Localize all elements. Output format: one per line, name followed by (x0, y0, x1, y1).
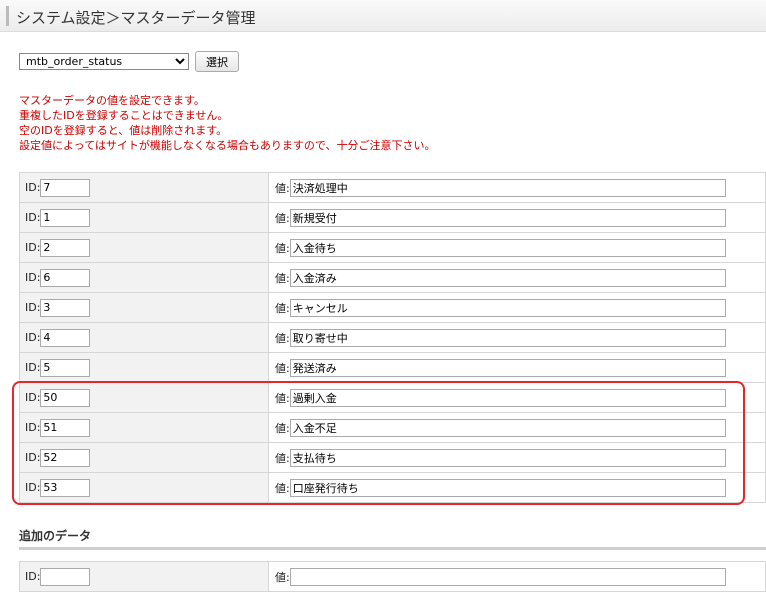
id-label: ID: (25, 301, 41, 314)
value-input[interactable] (289, 328, 726, 347)
notice-line: 重複したIDを登録することはできません。 (19, 109, 229, 122)
add-id-cell: ID: (19, 561, 269, 592)
master-data-select[interactable]: mtb_order_status (19, 53, 189, 70)
value-label: 値: (275, 331, 290, 345)
id-input[interactable] (40, 298, 91, 317)
id-input[interactable] (40, 238, 91, 257)
notice-line: マスターデータの値を設定できます。 (19, 94, 205, 107)
id-cell: ID: (19, 172, 269, 203)
title-accent-bar (6, 6, 9, 26)
data-row: ID: 値: (19, 322, 766, 353)
notice-line: 設定値によってはサイトが機能しなくなる場合もありますので、十分ご注意下さい。 (19, 139, 436, 152)
id-label: ID: (25, 570, 41, 583)
value-label: 値: (275, 211, 290, 225)
id-input[interactable] (40, 178, 91, 197)
notice-line: 空のIDを登録すると、値は削除されます。 (19, 124, 228, 137)
id-label: ID: (25, 241, 41, 254)
value-label: 値: (275, 271, 290, 285)
value-cell: 値: (268, 322, 766, 353)
value-label: 値: (275, 301, 290, 315)
add-value-cell: 値: (268, 561, 766, 592)
value-cell: 値: (268, 172, 766, 203)
id-input[interactable] (40, 328, 91, 347)
id-label: ID: (25, 331, 41, 344)
value-input[interactable] (289, 358, 726, 377)
id-cell: ID: (19, 202, 269, 233)
id-cell: ID: (19, 352, 269, 383)
id-input[interactable] (40, 358, 91, 377)
value-input[interactable] (289, 298, 726, 317)
id-label: ID: (25, 181, 41, 194)
select-button[interactable]: 選択 (195, 51, 239, 72)
notice-text: マスターデータの値を設定できます。 重複したIDを登録することはできません。 空… (19, 93, 435, 153)
value-input[interactable] (289, 178, 726, 197)
value-cell: 値: (268, 262, 766, 293)
id-cell: ID: (19, 232, 269, 263)
id-label: ID: (25, 271, 41, 284)
value-cell: 値: (268, 232, 766, 263)
id-cell: ID: (19, 292, 269, 323)
value-label: 値: (275, 241, 290, 255)
value-input[interactable] (289, 238, 726, 257)
value-cell: 値: (268, 292, 766, 323)
value-input[interactable] (289, 208, 726, 227)
id-label: ID: (25, 361, 41, 374)
value-label: 値: (275, 570, 290, 584)
add-row: ID: 値: (19, 561, 766, 592)
value-label: 値: (275, 361, 290, 375)
page-title: システム設定＞マスターデータ管理 (16, 9, 256, 27)
data-row: ID: 値: (19, 352, 766, 383)
data-row: ID: 値: (19, 172, 766, 203)
section-divider (19, 547, 766, 550)
value-cell: 値: (268, 202, 766, 233)
add-section-title: 追加のデータ (19, 529, 92, 543)
id-label: ID: (25, 211, 41, 224)
add-data-table: ID: 値: (19, 561, 766, 592)
value-label: 値: (275, 181, 290, 195)
id-cell: ID: (19, 262, 269, 293)
data-row: ID: 値: (19, 232, 766, 263)
id-cell: ID: (19, 322, 269, 353)
data-row: ID: 値: (19, 292, 766, 323)
page-header: システム設定＞マスターデータ管理 (0, 0, 766, 32)
id-input[interactable] (40, 208, 91, 227)
highlight-box (12, 381, 745, 505)
value-input[interactable] (289, 268, 726, 287)
data-row: ID: 値: (19, 262, 766, 293)
add-id-input[interactable] (40, 567, 91, 586)
data-row: ID: 値: (19, 202, 766, 233)
id-input[interactable] (40, 268, 91, 287)
value-cell: 値: (268, 352, 766, 383)
add-value-input[interactable] (289, 567, 726, 586)
